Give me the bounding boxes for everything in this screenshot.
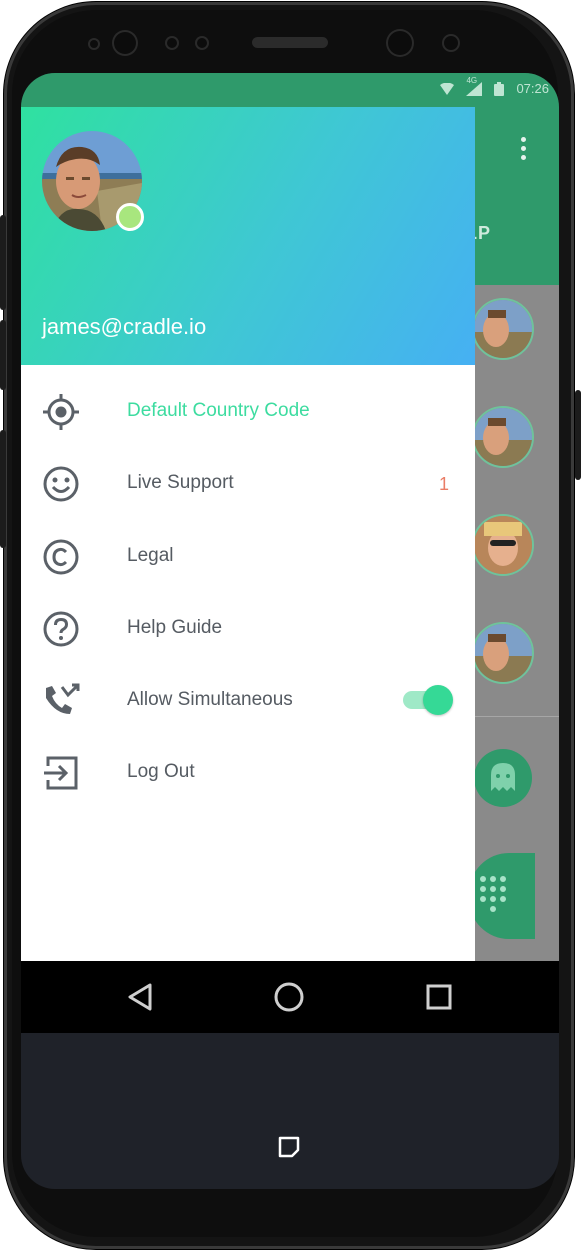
status-bar: 4G 07:26 bbox=[21, 73, 559, 107]
ghost-icon bbox=[491, 763, 515, 791]
wifi-icon bbox=[440, 82, 455, 95]
status-icons: 4G 07:26 bbox=[440, 76, 549, 96]
navigation-drawer: james@cradle.io Default Country Code Liv… bbox=[21, 107, 475, 961]
system-navigation-bar bbox=[21, 961, 559, 1033]
bixby-button bbox=[0, 430, 6, 548]
smiley-icon bbox=[43, 466, 79, 502]
call-merge-icon bbox=[46, 683, 80, 714]
volume-button bbox=[0, 215, 6, 310]
notification-count-badge: 1 bbox=[439, 474, 450, 494]
power-button bbox=[575, 390, 581, 480]
copyright-icon bbox=[43, 539, 79, 575]
back-icon[interactable] bbox=[120, 977, 160, 1017]
contact-avatar[interactable] bbox=[472, 622, 534, 684]
menu-item-allow-simultaneous[interactable]: Allow Simultaneous bbox=[21, 666, 475, 738]
menu-item-label: Default Country Code bbox=[127, 400, 310, 421]
screen: 4G 07:26 LP james@cradle.io Default Coun… bbox=[21, 73, 559, 1189]
ghost-contact-avatar[interactable] bbox=[474, 749, 532, 807]
dialpad-button[interactable] bbox=[469, 853, 535, 939]
sensor-dot bbox=[444, 36, 458, 50]
online-status-indicator bbox=[116, 203, 144, 231]
sensor-dot bbox=[197, 38, 207, 48]
menu-item-legal[interactable]: Legal bbox=[21, 522, 475, 594]
dialpad-icon bbox=[480, 876, 506, 912]
battery-icon bbox=[494, 81, 505, 96]
allow-simultaneous-toggle[interactable] bbox=[403, 684, 455, 715]
menu-item-default-country-code[interactable]: Default Country Code bbox=[21, 377, 475, 449]
menu-item-label: Live Support bbox=[127, 472, 234, 493]
user-email: james@cradle.io bbox=[42, 314, 207, 339]
earpiece-speaker bbox=[252, 37, 328, 48]
menu-item-log-out[interactable]: Log Out bbox=[21, 738, 475, 810]
menu-item-help-guide[interactable]: Help Guide bbox=[21, 594, 475, 666]
home-indicator-icon[interactable] bbox=[278, 1136, 300, 1158]
menu-item-live-support[interactable]: Live Support 1 bbox=[21, 449, 475, 521]
status-time: 07:26 bbox=[516, 81, 549, 96]
logout-icon bbox=[44, 756, 78, 790]
menu-item-label: Legal bbox=[127, 545, 174, 566]
help-circle-icon bbox=[43, 611, 79, 647]
sensor-dot bbox=[167, 38, 177, 48]
crosshair-icon bbox=[43, 394, 79, 430]
home-icon[interactable] bbox=[269, 977, 309, 1017]
menu-item-label: Log Out bbox=[127, 761, 195, 782]
more-options-icon[interactable] bbox=[521, 137, 527, 165]
drawer-header: james@cradle.io bbox=[21, 107, 475, 365]
network-label: 4G bbox=[466, 75, 478, 85]
iris-scanner bbox=[388, 31, 412, 55]
sensor-dot bbox=[90, 40, 98, 48]
contact-avatar[interactable] bbox=[472, 406, 534, 468]
front-camera bbox=[114, 32, 136, 54]
contact-avatar[interactable] bbox=[472, 298, 534, 360]
toggle-knob bbox=[423, 685, 453, 715]
volume-down-button bbox=[0, 320, 6, 390]
contact-avatar[interactable] bbox=[472, 514, 534, 576]
recents-icon[interactable] bbox=[419, 977, 459, 1017]
menu-item-label: Allow Simultaneous bbox=[127, 689, 293, 710]
menu-item-label: Help Guide bbox=[127, 617, 223, 638]
list-divider bbox=[471, 716, 559, 717]
signal-icon: 4G bbox=[466, 76, 483, 96]
